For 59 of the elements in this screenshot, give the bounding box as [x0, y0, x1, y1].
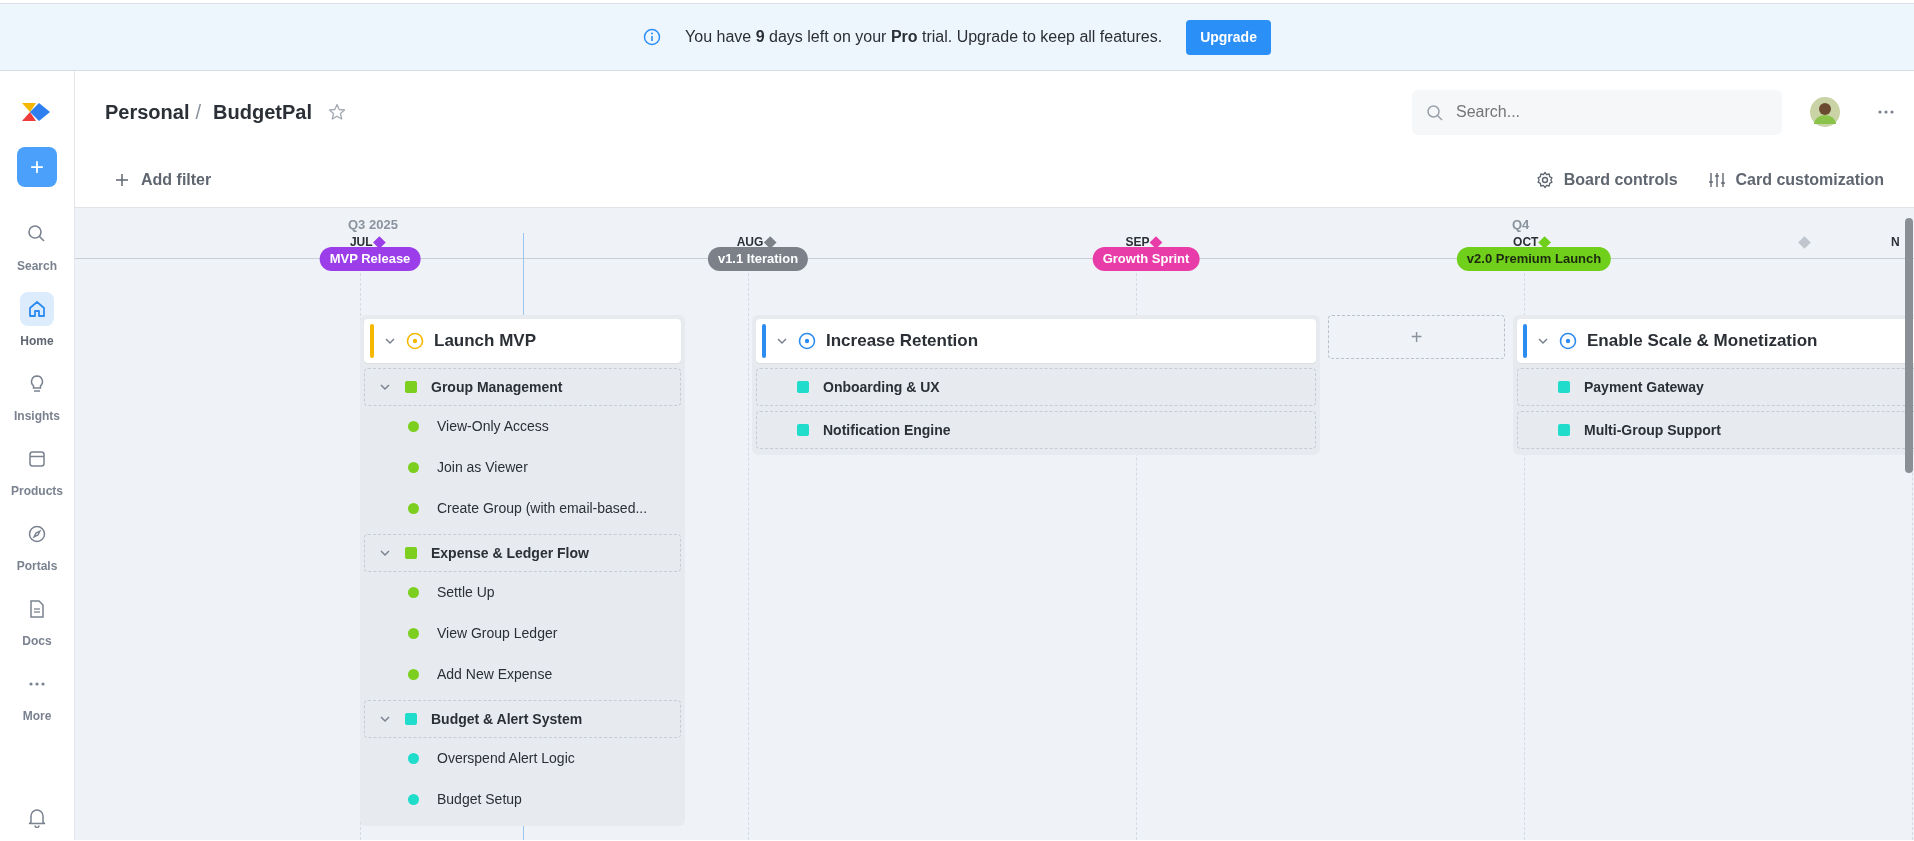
- month-label: N: [1891, 234, 1900, 251]
- nav-item[interactable]: Products: [11, 442, 63, 500]
- bell-icon[interactable]: [27, 806, 47, 828]
- more-icon: [29, 682, 45, 686]
- logo-icon: [22, 101, 52, 123]
- chevron-icon[interactable]: [776, 335, 788, 347]
- gear-icon: [1535, 171, 1554, 189]
- quarter-label: Q3 2025: [348, 216, 398, 234]
- feature-row[interactable]: Notification Engine: [756, 411, 1316, 449]
- chevron-icon[interactable]: [384, 335, 396, 347]
- nav-item[interactable]: Search: [16, 217, 57, 275]
- nav-item[interactable]: Portals: [16, 517, 58, 575]
- quarter-label: Q4: [1512, 216, 1530, 234]
- board-controls-button[interactable]: Board controls: [1535, 168, 1678, 192]
- story-title[interactable]: Create Group (with email-based...: [437, 498, 648, 519]
- initiative-title: Enable Scale & Monetization: [1587, 330, 1818, 353]
- breadcrumb-separator: /: [195, 100, 202, 125]
- window-icon: [26, 448, 48, 470]
- sliders-icon: [1707, 171, 1726, 189]
- milestone-tag[interactable]: Growth Sprint: [1092, 247, 1200, 271]
- target-icon: [798, 332, 816, 350]
- initiative-title: Increase Retention: [826, 330, 979, 353]
- feature-row[interactable]: Group Management: [364, 368, 681, 406]
- feature-row[interactable]: Multi-Group Support: [1517, 411, 1914, 449]
- nav-item[interactable]: Docs: [20, 592, 54, 650]
- target-icon: [406, 332, 424, 350]
- milestone-tag[interactable]: v2.0 Premium Launch: [1456, 247, 1612, 271]
- avatar[interactable]: [1810, 97, 1840, 127]
- milestone-tag[interactable]: v1.1 Iteration: [707, 247, 809, 271]
- story-title[interactable]: Budget Setup: [437, 789, 522, 810]
- card-customization-button[interactable]: Card customization: [1707, 168, 1884, 192]
- plus-icon: [113, 171, 131, 189]
- milestone-tag[interactable]: MVP Release: [319, 247, 421, 271]
- feature-row[interactable]: Onboarding & UX: [756, 368, 1316, 406]
- add-filter-button[interactable]: Add filter: [113, 168, 212, 192]
- target-icon: [1559, 332, 1577, 350]
- feature-row[interactable]: Payment Gateway: [1517, 368, 1914, 406]
- story-title[interactable]: Overspend Alert Logic: [437, 748, 575, 769]
- feature-row[interactable]: Expense & Ledger Flow: [364, 534, 681, 572]
- star-icon[interactable]: [327, 103, 346, 121]
- story-title[interactable]: Join as Viewer: [437, 457, 528, 478]
- trial-message: You have 9 days left on your Pro trial. Upgrade to keep all features.: [685, 27, 1163, 47]
- breadcrumb-link[interactable]: BudgetPal: [213, 97, 312, 127]
- breadcrumb-link[interactable]: Personal: [105, 97, 190, 127]
- nav-item[interactable]: Insights: [14, 367, 60, 425]
- chevron-icon[interactable]: [1537, 335, 1549, 347]
- more-icon[interactable]: [1878, 110, 1894, 114]
- feature-row[interactable]: Budget & Alert System: [364, 700, 681, 738]
- info-icon: [643, 28, 662, 46]
- initiative-title: Launch MVP: [434, 330, 536, 353]
- scrollbar[interactable]: [1905, 218, 1913, 473]
- story-title[interactable]: Settle Up: [437, 582, 495, 603]
- home-icon: [26, 298, 48, 320]
- story-title[interactable]: Add New Expense: [437, 664, 553, 685]
- story-title[interactable]: View Group Ledger: [437, 623, 558, 644]
- nav-item[interactable]: More: [20, 667, 54, 725]
- search-field[interactable]: Search...: [1412, 89, 1782, 135]
- compass-icon: [26, 523, 48, 545]
- story-title[interactable]: View-Only Access: [437, 416, 549, 437]
